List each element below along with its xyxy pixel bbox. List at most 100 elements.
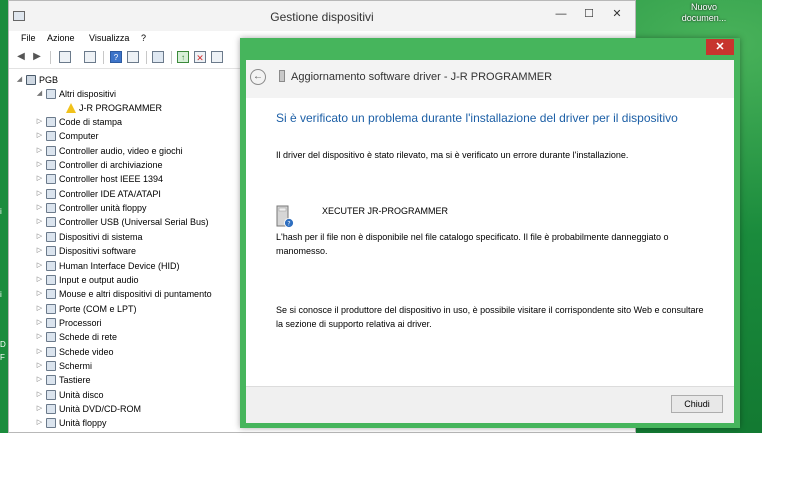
tree-label: Altri dispositivi: [59, 89, 117, 99]
detected-message: Il driver del dispositivo è stato rileva…: [276, 150, 629, 160]
tree-item-category[interactable]: ▷ Tastiere: [35, 373, 91, 387]
tree-label: Schermi: [59, 360, 93, 371]
tree-label: Controller audio, video e giochi: [59, 145, 183, 156]
tree-item-category[interactable]: ▷ Schede video: [35, 345, 114, 359]
device-category-icon: [46, 203, 56, 214]
tree-label: Processori: [59, 317, 102, 328]
tree-item-category[interactable]: ▷ Controller unità floppy: [35, 201, 147, 215]
tree-item-category[interactable]: ▷ Code di stampa: [35, 115, 122, 129]
tree-item-category[interactable]: ▷ Controller audio, video e giochi: [35, 144, 183, 158]
tree-label: Mouse e altri dispositivi di puntamento: [59, 289, 212, 300]
expand-icon[interactable]: ▷: [35, 302, 44, 316]
expand-icon[interactable]: ▷: [35, 215, 44, 229]
expand-icon[interactable]: ▷: [35, 129, 44, 143]
update-driver-icon[interactable]: ↑: [177, 51, 189, 63]
tree-item-category[interactable]: ▷ Schede di rete: [35, 330, 117, 344]
tree-item-category[interactable]: ▷ Unità floppy: [35, 416, 107, 430]
expand-icon[interactable]: ▷: [35, 416, 44, 430]
tree-item-category[interactable]: ▷ Unità DVD/CD-ROM: [35, 402, 141, 416]
close-button[interactable]: ✕: [603, 6, 631, 22]
expand-icon[interactable]: ▷: [35, 287, 44, 301]
tree-item-category[interactable]: ▷ Processori: [35, 316, 102, 330]
expand-icon[interactable]: ▷: [35, 259, 44, 273]
expand-icon[interactable]: ▷: [35, 316, 44, 330]
tree-item-altri-dispositivi[interactable]: ◢ Altri dispositivi: [35, 87, 116, 101]
tree-item-category[interactable]: ▷ Porte (COM e LPT): [35, 302, 137, 316]
tree-item-category[interactable]: ▷ Dispositivi software: [35, 244, 136, 258]
device-category-icon: [46, 145, 56, 156]
title-bar[interactable]: Gestione dispositivi — ☐ ✕: [9, 1, 635, 31]
tree-item-category[interactable]: ▷ Controller USB (Universal Serial Bus): [35, 215, 209, 229]
edge-glyph: i: [0, 290, 2, 299]
tree-item-category[interactable]: ▷ Controller host IEEE 1394: [35, 172, 163, 186]
expand-icon[interactable]: ▷: [35, 373, 44, 387]
device-category-icon: [46, 317, 56, 328]
dialog-content: ← Aggiornamento software driver - J-R PR…: [246, 60, 734, 423]
maximize-button[interactable]: ☐: [575, 6, 603, 22]
expand-icon[interactable]: ▷: [35, 244, 44, 258]
device-category-icon: [46, 375, 56, 386]
uninstall-icon[interactable]: ✕: [194, 51, 206, 63]
tree-item-category[interactable]: ▷ Controller IDE ATA/ATAPI: [35, 187, 161, 201]
tree-label: Human Interface Device (HID): [59, 260, 180, 271]
properties-icon[interactable]: [59, 51, 71, 63]
dialog-close-button[interactable]: ✕: [706, 39, 734, 55]
expand-icon[interactable]: ▷: [35, 273, 44, 287]
collapse-icon[interactable]: ◢: [15, 73, 24, 87]
expand-icon[interactable]: ▷: [35, 388, 44, 402]
device-name: XECUTER JR-PROGRAMMER: [322, 206, 449, 216]
tree-item-category[interactable]: ▷ Dispositivi di sistema: [35, 230, 143, 244]
device-category-icon: [46, 303, 56, 314]
device-category-icon: [46, 346, 56, 357]
expand-icon[interactable]: ▷: [35, 187, 44, 201]
device-category-icon: [46, 117, 56, 127]
computer-icon[interactable]: [127, 51, 139, 63]
expand-icon[interactable]: ▷: [35, 330, 44, 344]
tree-label: Controller unità floppy: [59, 203, 147, 214]
tree-item-category[interactable]: ▷ Human Interface Device (HID): [35, 259, 180, 273]
expand-icon[interactable]: ▷: [35, 172, 44, 186]
minimize-button[interactable]: —: [547, 6, 575, 22]
tree-item-category[interactable]: ▷ Computer: [35, 129, 99, 143]
tree-root[interactable]: ◢ PGB: [15, 73, 58, 87]
expand-icon[interactable]: ▷: [35, 345, 44, 359]
unknown-device-icon: [46, 89, 56, 99]
chiudi-button[interactable]: Chiudi: [671, 395, 723, 413]
warning-icon: [66, 103, 76, 113]
menu-file[interactable]: File: [21, 33, 36, 43]
tree-item-category[interactable]: ▷ Schermi: [35, 359, 92, 373]
collapse-icon[interactable]: ◢: [35, 87, 44, 101]
back-arrow-icon[interactable]: ←: [250, 69, 266, 85]
tree-item-category[interactable]: ▷ Input e output audio: [35, 273, 139, 287]
menu-azione[interactable]: Azione: [47, 33, 75, 43]
expand-icon[interactable]: ▷: [35, 115, 44, 129]
tree-item-jr-programmer[interactable]: J-R PROGRAMMER: [55, 101, 162, 115]
expand-icon[interactable]: ▷: [35, 359, 44, 373]
expand-icon[interactable]: ▷: [35, 230, 44, 244]
expand-icon[interactable]: ▷: [35, 144, 44, 158]
device-category-icon: [46, 231, 56, 242]
hash-error-message: L'hash per il file non è disponibile nel…: [276, 232, 669, 256]
expand-icon[interactable]: ▷: [35, 201, 44, 215]
expand-icon[interactable]: ▷: [35, 402, 44, 416]
tree-item-category[interactable]: ▷ Controller di archiviazione: [35, 158, 163, 172]
desktop-icon-new-document[interactable]: Nuovo documen...: [676, 2, 732, 24]
enable-device-icon[interactable]: [211, 51, 223, 63]
tree-item-category[interactable]: ▷ Mouse e altri dispositivi di puntamento: [35, 287, 212, 301]
tree-label: Code di stampa: [59, 117, 123, 127]
view-icon[interactable]: [84, 51, 96, 63]
tree-label: Unità DVD/CD-ROM: [59, 404, 142, 414]
edge-glyph: i: [0, 207, 2, 216]
desktop-icon-label: documen...: [681, 13, 727, 23]
edge-glyph: F: [0, 353, 5, 362]
menu-visualizza[interactable]: Visualizza: [89, 33, 129, 43]
menu-help[interactable]: ?: [141, 33, 146, 43]
toolbar-separator: [146, 51, 147, 64]
forward-icon[interactable]: ▶: [31, 51, 43, 63]
expand-icon[interactable]: ▷: [35, 158, 44, 172]
dialog-header: ← Aggiornamento software driver - J-R PR…: [246, 60, 734, 98]
help-icon[interactable]: ?: [110, 51, 122, 63]
back-icon[interactable]: ◀: [15, 51, 27, 63]
tree-item-category[interactable]: ▷ Unità disco: [35, 388, 104, 402]
scan-hardware-icon[interactable]: [152, 51, 164, 63]
